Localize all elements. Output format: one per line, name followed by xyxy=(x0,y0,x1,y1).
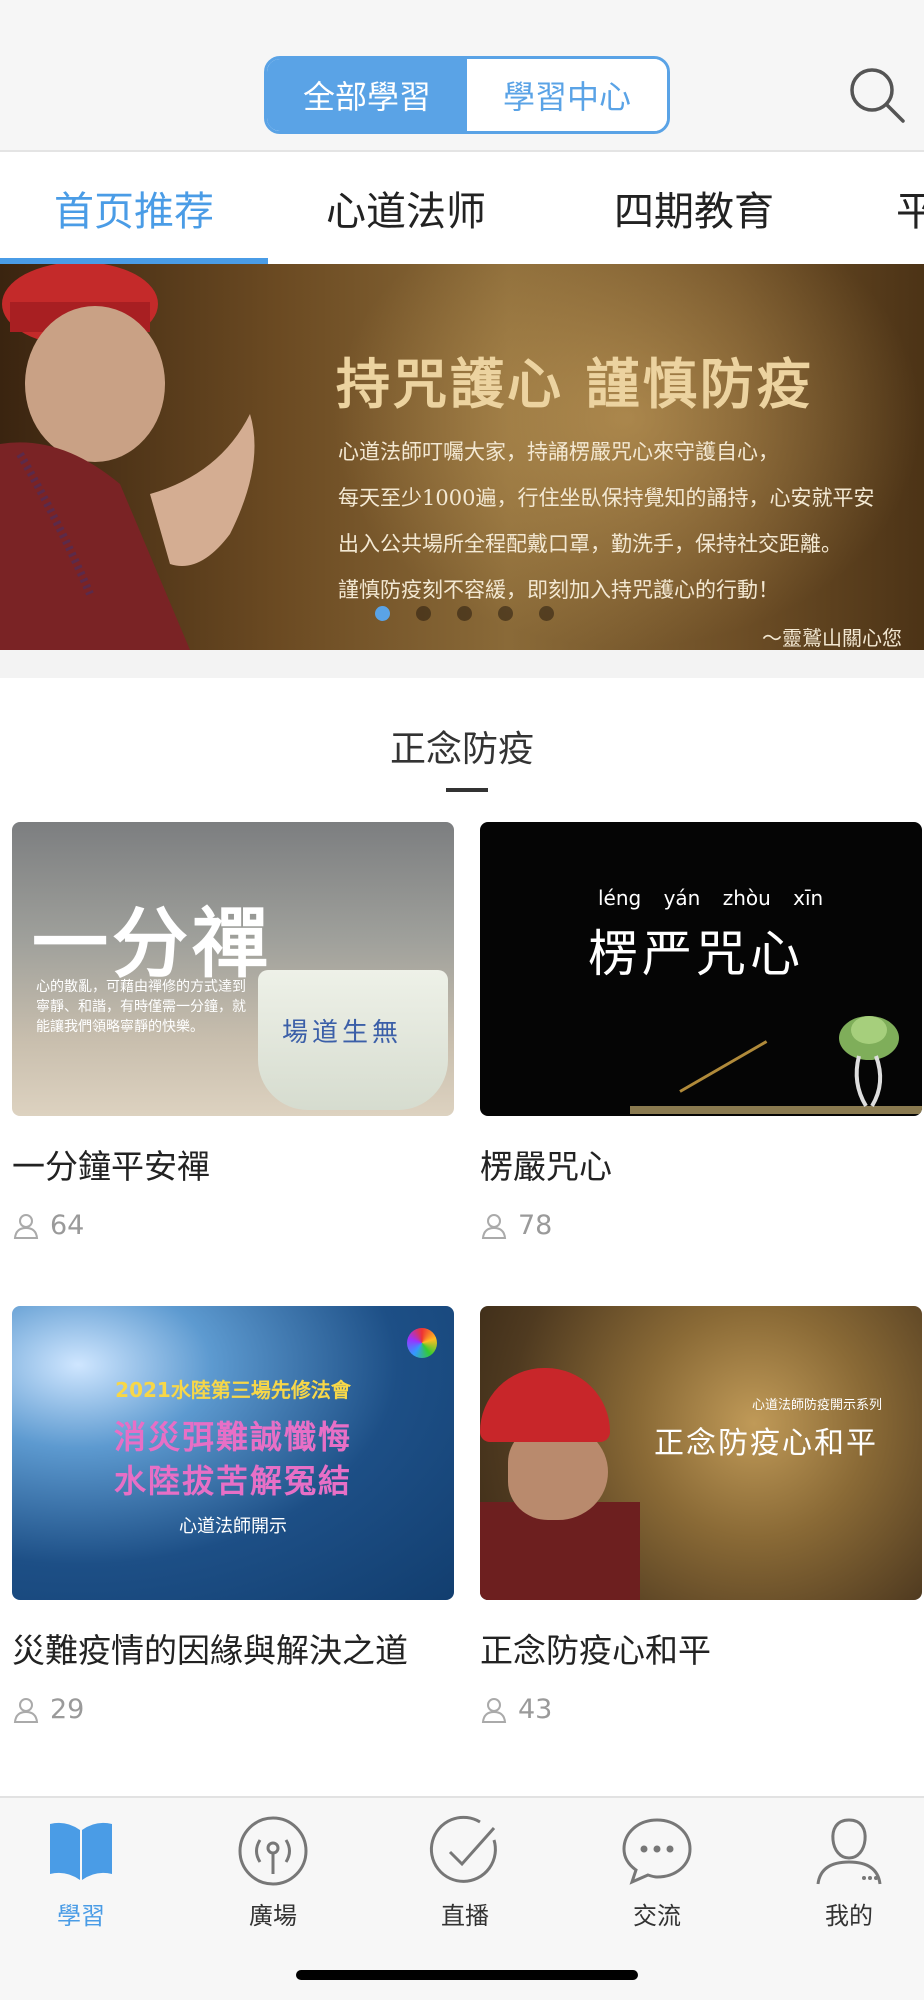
view-count: 78 xyxy=(518,1210,553,1241)
video-card-shurangama-mantra[interactable]: léng yán zhòu xīn 楞严咒心 楞嚴咒心 78 xyxy=(480,822,922,1241)
thumb-subtitle: 心道法師防疫開示系列 xyxy=(752,1398,883,1413)
segment-learning-center[interactable]: 學習中心 xyxy=(467,59,667,131)
person-icon xyxy=(13,1697,39,1723)
card-thumbnail[interactable]: 2021水陸第三場先修法會 消災弭難誠懺悔 水陸拔苦解冤結 心道法師開示 xyxy=(12,1306,454,1600)
banner-line-3: 出入公共場所全程配戴口罩，勤洗手，保持社交距離。 xyxy=(338,532,842,556)
broadcast-icon xyxy=(238,1816,308,1886)
card-title[interactable]: 楞嚴咒心 xyxy=(480,1140,922,1188)
pagination-dot[interactable] xyxy=(416,606,431,621)
incense-stick xyxy=(679,1040,768,1093)
tabbar-label: 學習 xyxy=(57,1902,105,1930)
tabbar-item-live[interactable]: 直播 xyxy=(410,1814,520,1931)
card-views: 29 xyxy=(12,1694,454,1725)
card-thumbnail[interactable]: 心道法師防疫開示系列 正念防疫心和平 xyxy=(480,1306,922,1600)
cup-inscription: 場道生無 xyxy=(282,1018,403,1048)
card-thumbnail[interactable]: léng yán zhòu xīn 楞严咒心 xyxy=(480,822,922,1116)
segment-all-learning[interactable]: 全部學習 xyxy=(267,59,467,131)
chat-bubble-icon xyxy=(622,1818,692,1885)
pagination-dot[interactable] xyxy=(457,606,472,621)
tabbar-label: 交流 xyxy=(633,1902,681,1930)
card-title[interactable]: 災難疫情的因緣與解決之道 xyxy=(12,1624,454,1672)
card-views: 78 xyxy=(480,1210,922,1241)
succulent-plant-image xyxy=(839,1016,899,1108)
tab-four-stage-education[interactable]: 四期教育 xyxy=(578,152,810,264)
top-header: 全部學習 學習中心 xyxy=(0,0,924,152)
thumb-heading: 一分禪 xyxy=(32,899,272,988)
video-card-mindful-peace[interactable]: 心道法師防疫開示系列 正念防疫心和平 正念防疫心和平 43 xyxy=(480,1306,922,1725)
banner-line-1: 心道法師叮囑大家，持誦楞嚴咒心來守護自心， xyxy=(338,440,779,464)
thumb-heading: 正念防疫心和平 xyxy=(654,1426,878,1461)
category-tabs: 首页推荐 心道法师 四期教育 平 xyxy=(0,152,924,264)
thumb-heading: 楞严咒心 xyxy=(588,925,804,983)
tabbar-item-learning[interactable]: 學習 xyxy=(26,1814,136,1931)
thumb-subtitle: 心道法師開示 xyxy=(179,1516,287,1537)
card-views: 43 xyxy=(480,1694,922,1725)
user-icon xyxy=(816,1818,882,1885)
section-divider xyxy=(0,650,924,678)
monk-hat-image xyxy=(480,1368,610,1442)
section-title: 正念防疫 xyxy=(389,729,534,770)
tabbar-item-exchange[interactable]: 交流 xyxy=(602,1814,712,1931)
thumb-pinyin: léng yán zhòu xīn xyxy=(598,886,824,910)
video-card-one-minute-zen[interactable]: 一分禪 心的散亂，可藉由禪修的方式達到寧靜、和諧，有時僅需一分鐘，就能讓我們領略… xyxy=(12,822,454,1241)
card-views: 64 xyxy=(12,1210,454,1241)
thumb-heading-line-2: 水陸拔苦解冤結 xyxy=(113,1462,352,1500)
tabbar-label: 廣場 xyxy=(249,1902,297,1930)
view-count: 64 xyxy=(50,1210,85,1241)
banner-line-2: 每天至少1000遍，行住坐臥保持覺知的誦持，心安就平安 xyxy=(338,486,875,510)
view-count: 43 xyxy=(518,1694,553,1725)
logo-badge-icon xyxy=(407,1328,437,1358)
home-indicator[interactable] xyxy=(296,1970,638,1980)
card-title[interactable]: 一分鐘平安禪 xyxy=(12,1140,454,1188)
thumb-caption: 心的散亂，可藉由禪修的方式達到寧靜、和諧，有時僅需一分鐘，就能讓我們領略寧靜的快… xyxy=(36,979,246,1035)
tab-partial[interactable]: 平 xyxy=(896,152,924,264)
tabbar-item-mine[interactable]: 我的 xyxy=(794,1814,904,1931)
tab-home-recommend[interactable]: 首页推荐 xyxy=(0,152,268,264)
person-icon xyxy=(481,1213,507,1239)
check-circle-icon xyxy=(429,1815,497,1883)
person-icon xyxy=(481,1697,507,1723)
banner-signature: ～靈鷲山關心您 xyxy=(762,626,902,650)
banner-title: 持咒護心 謹慎防疫 xyxy=(336,352,814,416)
learning-segmented-control: 全部學習 學習中心 xyxy=(264,56,670,134)
thumb-heading-line-1: 消災弭難誠懺悔 xyxy=(113,1418,352,1456)
person-icon xyxy=(13,1213,39,1239)
pagination-dot[interactable] xyxy=(498,606,513,621)
card-thumbnail[interactable]: 一分禪 心的散亂，可藉由禪修的方式達到寧靜、和諧，有時僅需一分鐘，就能讓我們領略… xyxy=(12,822,454,1116)
pagination-dot[interactable] xyxy=(539,606,554,621)
banner-line-4: 謹慎防疫刻不容緩，即刻加入持咒護心的行動！ xyxy=(338,578,779,602)
tab-master-hsin-tao[interactable]: 心道法师 xyxy=(290,152,522,264)
banner-pagination xyxy=(375,606,554,621)
hero-banner[interactable]: 持咒護心 謹慎防疫 心道法師叮囑大家，持誦楞嚴咒心來守護自心， 每天至少1000… xyxy=(0,264,924,650)
view-count: 29 xyxy=(50,1694,85,1725)
book-icon xyxy=(50,1822,112,1880)
video-card-disaster-epidemic[interactable]: 2021水陸第三場先修法會 消災弭難誠懺悔 水陸拔苦解冤結 心道法師開示 災難疫… xyxy=(12,1306,454,1725)
search-icon[interactable] xyxy=(846,64,908,126)
thumb-event-title: 2021水陸第三場先修法會 xyxy=(115,1378,351,1402)
pagination-dot-active[interactable] xyxy=(375,606,390,621)
tabbar-label: 直播 xyxy=(441,1902,489,1930)
card-title[interactable]: 正念防疫心和平 xyxy=(480,1624,922,1672)
monk-image xyxy=(0,264,255,650)
section-title-underline xyxy=(446,788,488,792)
tabbar-item-plaza[interactable]: 廣場 xyxy=(218,1814,328,1931)
tabbar-label: 我的 xyxy=(825,1902,873,1930)
